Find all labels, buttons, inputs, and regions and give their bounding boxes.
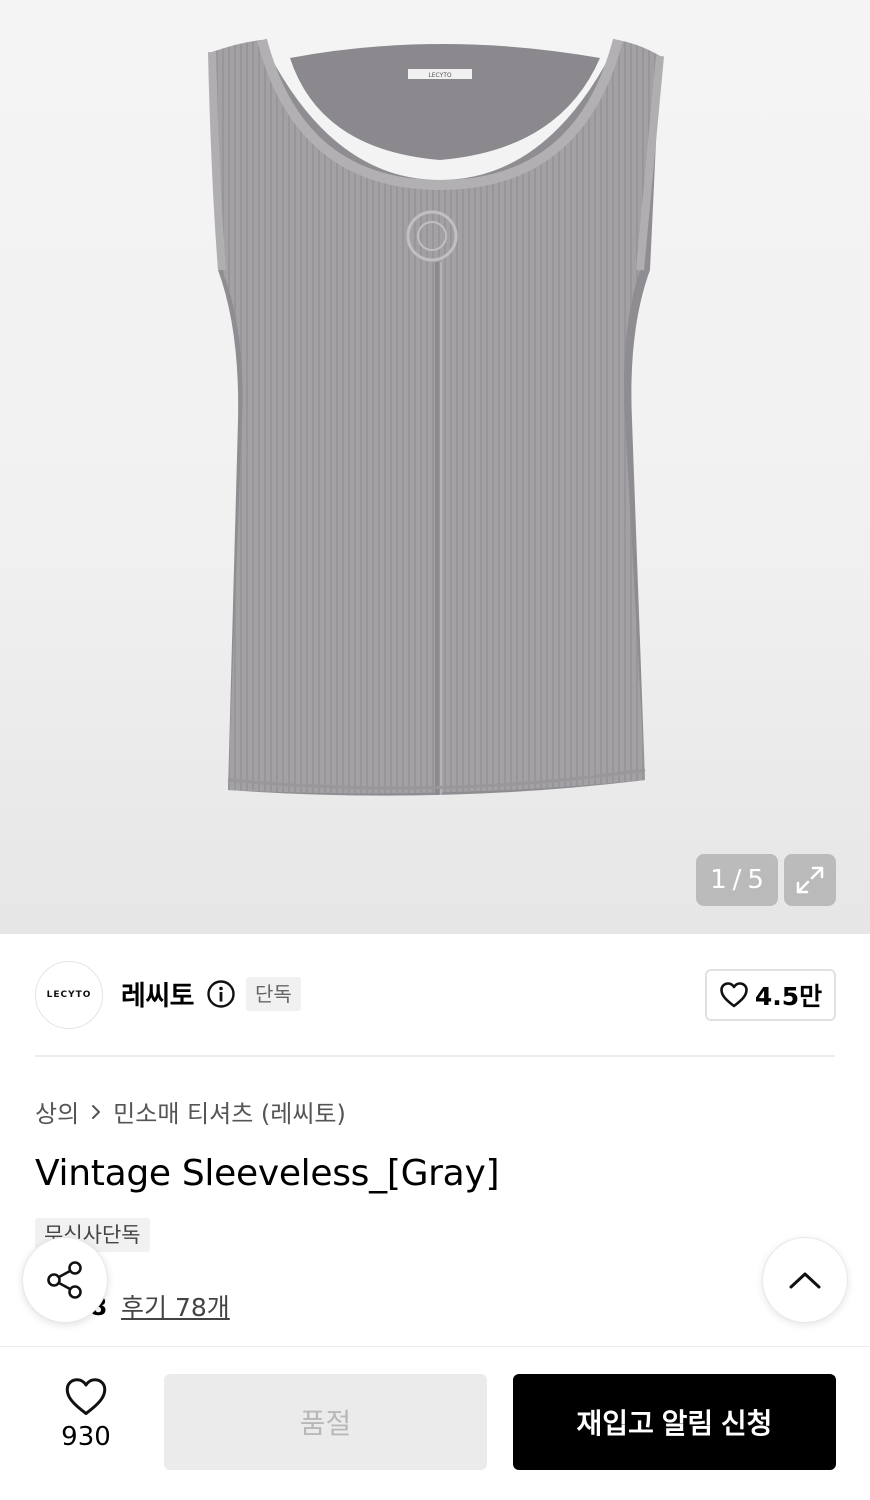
svg-text:LECYTO: LECYTO — [428, 72, 452, 79]
breadcrumb: 상의 민소매 티셔츠 (레씨토) — [35, 1094, 346, 1129]
info-icon[interactable] — [206, 979, 236, 1009]
share-button[interactable] — [22, 1237, 108, 1323]
breadcrumb-subcategory[interactable]: 민소매 티셔츠 (레씨토) — [113, 1094, 346, 1129]
restock-alert-button[interactable]: 재입고 알림 신청 — [513, 1374, 836, 1470]
reviews-link[interactable]: 후기 78개 — [121, 1288, 230, 1324]
heart-icon — [65, 1378, 107, 1415]
divider — [35, 1055, 835, 1057]
scroll-top-button[interactable] — [762, 1237, 848, 1323]
expand-icon — [796, 866, 824, 894]
brand-like-count: 4.5만 — [754, 982, 823, 1011]
breadcrumb-category[interactable]: 상의 — [35, 1094, 79, 1129]
tank-top-image: LECYTO — [208, 38, 664, 796]
chevron-right-icon — [92, 1104, 101, 1119]
brand-like-button[interactable]: 4.5만 — [705, 969, 836, 1021]
image-counter-total: 5 — [747, 865, 764, 895]
wish-button[interactable]: 930 — [35, 1376, 137, 1470]
brand-name[interactable]: 레씨토 — [121, 974, 195, 1013]
chevron-up-icon — [789, 1272, 821, 1289]
product-title: Vintage Sleeveless_[Gray] — [35, 1153, 500, 1194]
exclusive-badge: 단독 — [246, 977, 301, 1011]
soldout-button: 품절 — [164, 1374, 487, 1470]
image-counter-separator: / — [732, 865, 742, 895]
share-icon — [47, 1261, 82, 1299]
wish-count: 930 — [61, 1422, 111, 1452]
product-image-gallery[interactable]: LECYTO 1 / 5 — [0, 0, 870, 934]
brand-logo[interactable]: LECYTO — [35, 961, 103, 1029]
image-counter: 1 / 5 — [696, 854, 778, 906]
brand-logo-text: LECYTO — [46, 990, 92, 1000]
expand-image-button[interactable] — [784, 854, 836, 906]
heart-icon — [720, 982, 748, 1008]
image-counter-current: 1 — [710, 865, 727, 895]
